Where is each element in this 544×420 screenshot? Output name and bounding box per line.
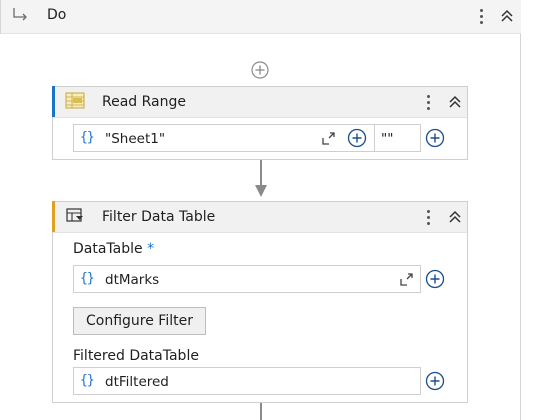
filter-data-table-header[interactable]: Filter Data Table: [52, 201, 467, 233]
scope-arrow-icon: [13, 8, 27, 21]
do-scope-header[interactable]: Do: [0, 0, 521, 34]
required-marker: *: [147, 241, 155, 257]
connector-line: [260, 160, 262, 188]
range-value: "": [381, 131, 394, 147]
read-range-more-icon[interactable]: [420, 92, 436, 112]
datatable-label-text: DataTable: [73, 241, 143, 257]
sheet-name-add-icon[interactable]: [347, 128, 367, 148]
filter-data-table-title: Filter Data Table: [102, 209, 216, 225]
filter-accent: [52, 201, 55, 232]
excel-range-icon: [65, 92, 85, 109]
expand-editor-icon[interactable]: [400, 273, 413, 286]
connector-arrow-icon: [255, 185, 267, 197]
filtered-add-icon[interactable]: [425, 371, 445, 391]
filter-table-icon: [66, 208, 83, 222]
datatable-value: dtMarks: [105, 272, 160, 288]
read-range-header[interactable]: Read Range: [52, 86, 467, 118]
expand-editor-icon[interactable]: [322, 132, 335, 145]
filtered-datatable-label: Filtered DataTable: [73, 348, 199, 364]
filtered-datatable-field[interactable]: {} dtFiltered: [73, 367, 421, 395]
configure-filter-button[interactable]: Configure Filter: [73, 307, 206, 335]
read-range-title: Read Range: [102, 94, 186, 110]
do-more-icon[interactable]: [473, 6, 489, 26]
connector-line-bottom: [260, 403, 262, 420]
range-field[interactable]: "": [374, 124, 421, 152]
filter-collapse-icon[interactable]: [447, 209, 463, 225]
expression-brace-icon: {}: [80, 373, 95, 388]
expression-brace-icon: {}: [80, 130, 95, 145]
filter-data-table-activity[interactable]: Filter Data Table DataTable * {} dtMarks…: [52, 201, 468, 403]
filter-more-icon[interactable]: [420, 207, 436, 227]
add-activity-top-icon[interactable]: [251, 61, 269, 79]
read-range-activity[interactable]: Read Range {} "Sheet1" "": [52, 86, 468, 160]
read-range-collapse-icon[interactable]: [447, 94, 463, 110]
datatable-field[interactable]: {} dtMarks: [73, 265, 421, 293]
read-range-accent: [52, 86, 55, 117]
filtered-datatable-value: dtFiltered: [105, 374, 169, 390]
datatable-add-icon[interactable]: [425, 269, 445, 289]
do-scope-title: Do: [47, 7, 67, 23]
datatable-label: DataTable *: [73, 241, 154, 257]
expression-brace-icon: {}: [80, 271, 95, 286]
sheet-name-value: "Sheet1": [105, 131, 166, 147]
range-add-icon[interactable]: [425, 128, 445, 148]
do-collapse-icon[interactable]: [499, 8, 515, 24]
sheet-name-field[interactable]: {} "Sheet1": [73, 124, 394, 152]
